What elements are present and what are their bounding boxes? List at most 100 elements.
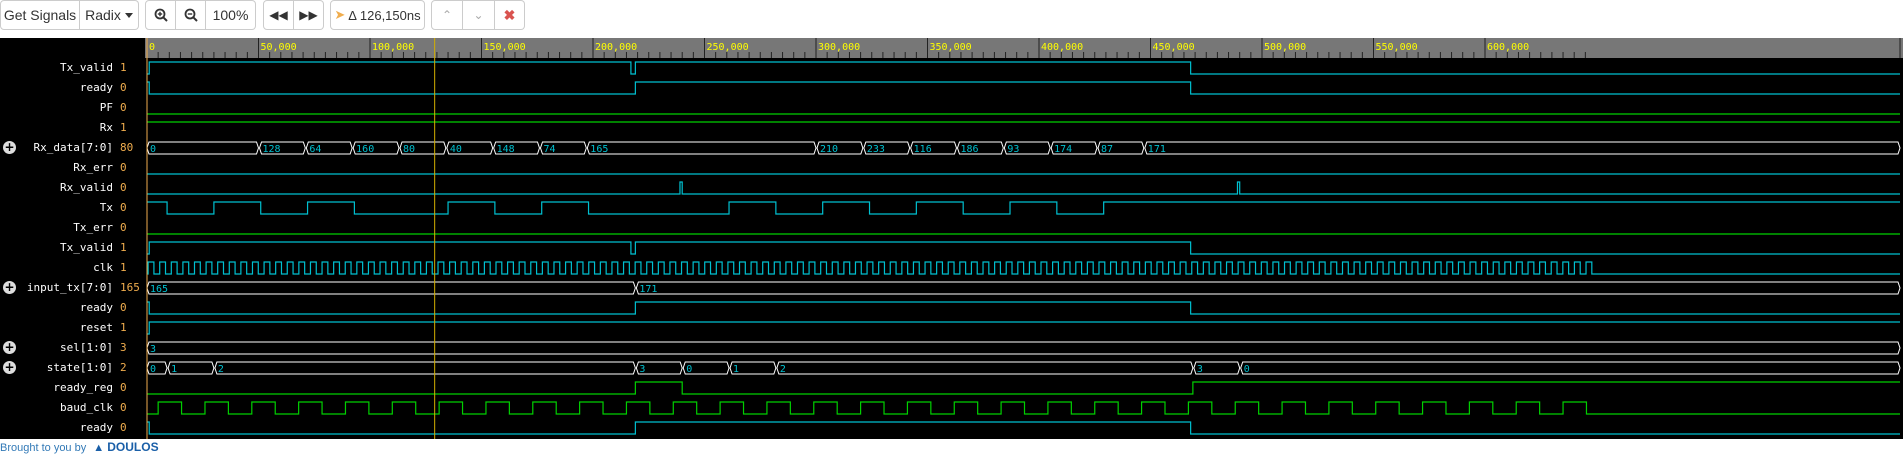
bus-value-label: 210 <box>820 144 838 155</box>
zoom-in-icon <box>154 8 168 22</box>
bus-value-label: 93 <box>1007 144 1019 155</box>
bus-segment <box>146 281 636 295</box>
signal-row[interactable]: PF 0 <box>0 98 145 118</box>
location-arrow-icon: ➤ <box>334 7 346 22</box>
bus-value-label: 171 <box>639 284 657 295</box>
ruler-tick-label: 250,000 <box>707 42 749 53</box>
bus-value-label: 3 <box>639 364 645 375</box>
remove-signal-button[interactable]: ✖ <box>495 0 525 30</box>
signal-name: input_tx[7:0] <box>26 281 113 294</box>
signal-value: 0 <box>120 301 127 314</box>
bus-value-label: 3 <box>150 344 156 355</box>
signal-name: Tx_valid <box>60 61 113 74</box>
ruler-tick-label: 200,000 <box>595 42 637 53</box>
signal-row[interactable]: + Rx_data[7:0] 80 <box>0 138 145 158</box>
signal-row[interactable]: + state[1:0] 2 <box>0 358 145 378</box>
signal-row[interactable]: baud_clk 0 <box>0 398 145 418</box>
ruler-tick-label: 300,000 <box>818 42 860 53</box>
footer-brand: DOULOS <box>107 440 159 454</box>
go-end-button[interactable]: ▶▶ <box>294 0 324 30</box>
signal-name: Tx <box>99 201 113 214</box>
waveform-trace <box>147 261 1900 275</box>
waveform-trace <box>147 381 1900 395</box>
signal-value: 3 <box>120 341 127 354</box>
signal-name: state[1:0] <box>46 361 113 374</box>
signal-row[interactable]: ready 0 <box>0 78 145 98</box>
ruler-tick-label: 100,000 <box>372 42 414 53</box>
ruler-tick-label: 600,000 <box>1487 42 1529 53</box>
bus-segment <box>146 141 260 155</box>
bus-value-label: 233 <box>867 144 885 155</box>
signal-value: 1 <box>120 261 127 274</box>
radix-dropdown[interactable]: Radix <box>80 0 139 30</box>
expand-icon[interactable]: + <box>3 281 16 294</box>
signal-row[interactable]: Rx_err 0 <box>0 158 145 178</box>
prev-edge-button[interactable]: ⌃ <box>431 0 463 30</box>
waveform-trace <box>147 181 1900 195</box>
signal-row[interactable]: ready 0 <box>0 418 145 438</box>
signal-name: Tx_valid <box>60 241 113 254</box>
bus-value-label: 87 <box>1101 144 1113 155</box>
signal-name: Rx_err <box>73 161 113 174</box>
bus-value-label: 116 <box>914 144 932 155</box>
waveform-trace <box>147 81 1900 95</box>
signal-row[interactable]: Rx_valid 0 <box>0 178 145 198</box>
footer-text: Brought to you by <box>0 442 87 454</box>
next-edge-button[interactable]: ⌄ <box>463 0 495 30</box>
bus-value-label: 0 <box>150 364 156 375</box>
signal-row[interactable]: clk 1 <box>0 258 145 278</box>
signal-name: Tx_err <box>73 221 113 234</box>
signal-row[interactable]: Tx_valid 1 <box>0 238 145 258</box>
bus-value-label: 0 <box>150 144 156 155</box>
bus-value-label: 165 <box>590 144 608 155</box>
bus-segment <box>1144 141 1901 155</box>
bus-segment <box>586 141 817 155</box>
toolbar: Get Signals Radix 100% ◀◀ ▶▶ ➤ Δ 126,150n… <box>0 0 1903 34</box>
signal-row[interactable]: Rx 1 <box>0 118 145 138</box>
signal-name: ready <box>79 301 113 314</box>
expand-icon[interactable]: + <box>3 141 16 154</box>
signal-row[interactable]: ready 0 <box>0 298 145 318</box>
signal-value: 0 <box>120 201 127 214</box>
waveform-trace <box>147 321 1900 335</box>
ruler-tick-label: 500,000 <box>1264 42 1306 53</box>
bus-value-label: 40 <box>450 144 462 155</box>
signal-value: 165 <box>120 281 140 294</box>
fast-backward-icon: ◀◀ <box>269 8 288 22</box>
bus-value-label: 74 <box>543 144 555 155</box>
signal-row[interactable]: + input_tx[7:0] 165 <box>0 278 145 298</box>
expand-icon[interactable]: + <box>3 341 16 354</box>
signal-row[interactable]: Tx_valid 1 <box>0 58 145 78</box>
signal-name: ready <box>79 81 113 94</box>
zoom-level[interactable]: 100% <box>206 0 256 30</box>
waveform-canvas[interactable]: 0 50,000 100,000 150,000 200,000 250,000 300,0… <box>0 38 1903 439</box>
signal-value: 1 <box>120 61 127 74</box>
expand-icon[interactable]: + <box>3 361 16 374</box>
go-start-button[interactable]: ◀◀ <box>263 0 294 30</box>
bus-value-label: 128 <box>263 144 281 155</box>
zoom-out-button[interactable] <box>176 0 206 30</box>
get-signals-button[interactable]: Get Signals <box>0 0 80 30</box>
radix-label: Radix <box>85 7 121 23</box>
zoom-level-label: 100% <box>212 7 249 23</box>
signal-row[interactable]: Tx_err 0 <box>0 218 145 238</box>
signal-row[interactable]: reset 1 <box>0 318 145 338</box>
ruler-tick-label: 0 <box>149 42 155 53</box>
bus-value-label: 160 <box>356 144 374 155</box>
ruler-tick-label: 150,000 <box>484 42 526 53</box>
bus-value-label: 1 <box>733 364 739 375</box>
signal-row[interactable]: + sel[1:0] 3 <box>0 338 145 358</box>
bus-segment <box>635 281 1901 295</box>
signal-row[interactable]: Tx 0 <box>0 198 145 218</box>
delta-display[interactable]: ➤ Δ 126,150ns <box>330 0 425 30</box>
chevron-down-icon: ⌄ <box>473 8 484 22</box>
signal-name: Rx_valid <box>60 181 113 194</box>
bus-value-label: 3 <box>1197 364 1203 375</box>
zoom-in-button[interactable] <box>145 0 176 30</box>
waveform-trace <box>147 301 1900 315</box>
signal-name: clk <box>93 261 113 274</box>
signal-row[interactable]: ready_reg 0 <box>0 378 145 398</box>
signal-name: PF <box>99 101 113 114</box>
bus-value-label: 80 <box>403 144 415 155</box>
bus-value-label: 64 <box>309 144 321 155</box>
